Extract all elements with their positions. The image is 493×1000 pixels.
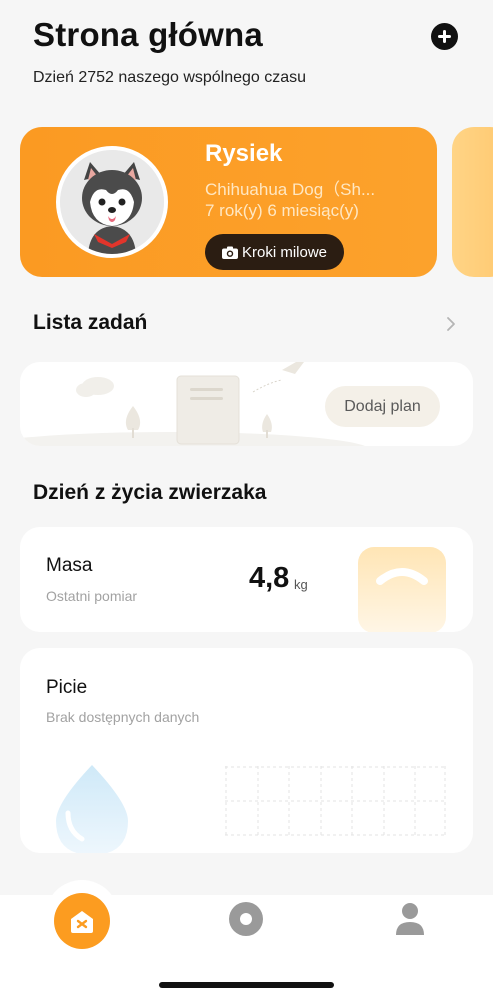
weight-unit: kg — [294, 577, 308, 592]
water-drop-icon — [56, 765, 128, 853]
tab-home[interactable] — [54, 893, 110, 949]
pet-age: 7 rok(y) 6 miesiąc(y) — [205, 201, 359, 220]
pet-card[interactable]: Rysiek Chihuahua Dog（Sh... 7 rok(y) 6 mi… — [20, 127, 437, 277]
drinking-title: Picie — [46, 677, 88, 698]
pet-avatar — [56, 146, 168, 258]
scale-icon — [358, 547, 446, 632]
shiba-illustration-icon — [60, 150, 164, 254]
weight-title: Masa — [46, 555, 93, 576]
days-together-text: Dzień 2752 naszego wspólnego czasu — [33, 69, 307, 86]
next-pet-card[interactable] — [452, 127, 493, 277]
drinking-chart-grid — [225, 766, 446, 836]
person-icon[interactable] — [395, 902, 425, 936]
camera-icon — [221, 246, 238, 259]
todo-card: Dodaj plan — [20, 362, 473, 446]
circle-icon[interactable] — [229, 902, 263, 936]
milestones-label: Kroki milowe — [241, 243, 328, 261]
plus-circle-icon[interactable] — [431, 23, 458, 50]
weight-card[interactable]: Masa Ostatni pomiar 4,8 kg — [20, 527, 473, 632]
pet-breed: Chihuahua Dog（Sh... — [205, 180, 376, 199]
day-life-section-title: Dzień z życia zwierzaka — [33, 481, 267, 504]
todo-section-title: Lista zadań — [33, 311, 148, 334]
add-plan-button[interactable]: Dodaj plan — [325, 386, 440, 427]
page-title: Strona główna — [33, 16, 263, 53]
milestones-button[interactable]: Kroki milowe — [205, 234, 344, 270]
drinking-subtitle: Brak dostępnych danych — [46, 709, 200, 725]
header: Strona główna Dzień 2752 naszego wspólne… — [0, 0, 493, 110]
weight-subtitle: Ostatni pomiar — [46, 588, 138, 604]
home-icon — [71, 911, 93, 933]
home-indicator — [159, 982, 334, 988]
pet-name: Rysiek — [205, 140, 283, 167]
chevron-right-icon[interactable] — [444, 316, 458, 332]
drinking-card[interactable]: Picie Brak dostępnych danych — [20, 648, 473, 853]
weight-value: 4,8 — [249, 562, 290, 594]
